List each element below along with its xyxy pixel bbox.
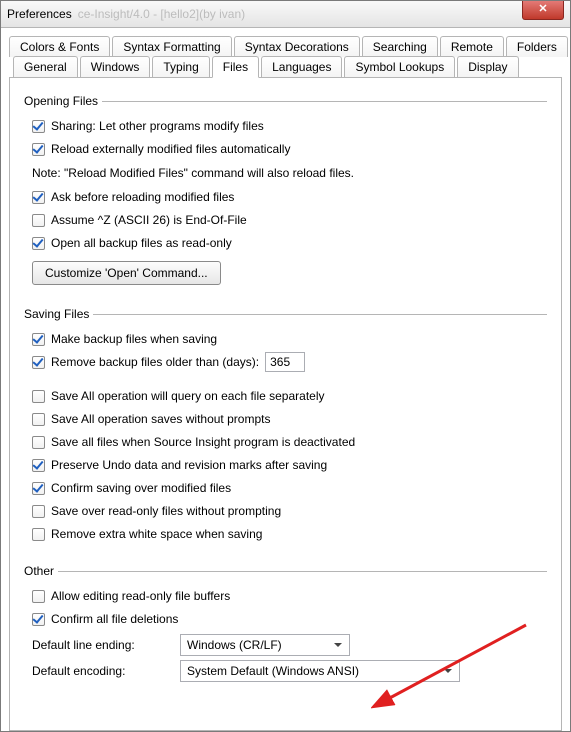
group-legend-other: Other <box>24 564 58 578</box>
group-opening-files: Opening Files Sharing: Let other program… <box>24 94 547 289</box>
cb-assume-z[interactable] <box>32 214 45 227</box>
tab-typing[interactable]: Typing <box>152 56 209 77</box>
content-area: Colors & FontsSyntax FormattingSyntax De… <box>1 28 570 731</box>
titlebar-title: Preferences <box>7 7 72 21</box>
tab-display[interactable]: Display <box>457 56 518 77</box>
lbl-encoding: Default encoding: <box>32 664 172 678</box>
tab-syntax-formatting[interactable]: Syntax Formatting <box>112 36 231 57</box>
cb-confirm-del[interactable] <box>32 613 45 626</box>
select-encoding-value: System Default (Windows ANSI) <box>187 664 359 678</box>
cb-confirm-over[interactable] <box>32 482 45 495</box>
cb-remove-backup[interactable] <box>32 356 45 369</box>
tab-symbol-lookups[interactable]: Symbol Lookups <box>344 56 455 77</box>
lbl-sharing: Sharing: Let other programs modify files <box>51 119 264 133</box>
close-icon: ✕ <box>538 3 547 15</box>
lbl-confirm-del: Confirm all file deletions <box>51 612 178 626</box>
cb-make-backup[interactable] <box>32 333 45 346</box>
note-reload: Note: "Reload Modified Files" command wi… <box>32 166 547 180</box>
tab-row-1: Colors & FontsSyntax FormattingSyntax De… <box>9 36 562 57</box>
lbl-save-over-ro: Save over read-only files without prompt… <box>51 504 281 518</box>
tab-folders[interactable]: Folders <box>506 36 568 57</box>
lbl-save-deactivated: Save all files when Source Insight progr… <box>51 435 355 449</box>
tab-remote[interactable]: Remote <box>440 36 504 57</box>
cb-sharing[interactable] <box>32 120 45 133</box>
lbl-allow-ro: Allow editing read-only file buffers <box>51 589 230 603</box>
tab-files[interactable]: Files <box>212 56 259 78</box>
cb-preserve-undo[interactable] <box>32 459 45 472</box>
chevron-down-icon <box>440 664 456 678</box>
lbl-make-backup: Make backup files when saving <box>51 332 217 346</box>
tab-languages[interactable]: Languages <box>261 56 342 77</box>
customize-open-button[interactable]: Customize 'Open' Command... <box>32 261 221 285</box>
input-backup-days[interactable] <box>265 352 305 372</box>
cb-save-over-ro[interactable] <box>32 505 45 518</box>
select-line-ending-value: Windows (CR/LF) <box>187 638 282 652</box>
lbl-remove-backup: Remove backup files older than (days): <box>51 355 259 369</box>
tab-syntax-decorations[interactable]: Syntax Decorations <box>234 36 360 57</box>
tab-panel-files: Opening Files Sharing: Let other program… <box>9 78 562 731</box>
tab-strip: Colors & FontsSyntax FormattingSyntax De… <box>9 36 562 78</box>
cb-saveall-query[interactable] <box>32 390 45 403</box>
cb-remove-ws[interactable] <box>32 528 45 541</box>
tab-general[interactable]: General <box>13 56 78 77</box>
cb-ask-reload[interactable] <box>32 191 45 204</box>
tab-row-2: GeneralWindowsTypingFilesLanguagesSymbol… <box>9 56 562 78</box>
group-saving-files: Saving Files Make backup files when savi… <box>24 307 547 546</box>
lbl-open-backup-ro: Open all backup files as read-only <box>51 236 232 250</box>
group-legend-opening: Opening Files <box>24 94 102 108</box>
group-other: Other Allow editing read-only file buffe… <box>24 564 547 686</box>
close-button[interactable]: ✕ <box>522 1 564 20</box>
lbl-remove-ws: Remove extra white space when saving <box>51 527 262 541</box>
lbl-preserve-undo: Preserve Undo data and revision marks af… <box>51 458 327 472</box>
tab-windows[interactable]: Windows <box>80 56 151 77</box>
group-legend-saving: Saving Files <box>24 307 93 321</box>
cb-reload-ext[interactable] <box>32 143 45 156</box>
cb-open-backup-ro[interactable] <box>32 237 45 250</box>
lbl-ask-reload: Ask before reloading modified files <box>51 190 234 204</box>
cb-save-deactivated[interactable] <box>32 436 45 449</box>
lbl-saveall-query: Save All operation will query on each fi… <box>51 389 325 403</box>
select-line-ending[interactable]: Windows (CR/LF) <box>180 634 350 656</box>
titlebar-subtitle: ce-Insight/4.0 - [hello2](by ivan) <box>78 7 245 21</box>
tab-colors-fonts[interactable]: Colors & Fonts <box>9 36 110 57</box>
lbl-line-ending: Default line ending: <box>32 638 172 652</box>
cb-allow-ro[interactable] <box>32 590 45 603</box>
chevron-down-icon <box>330 638 346 652</box>
titlebar: Preferences ce-Insight/4.0 - [hello2](by… <box>1 1 570 28</box>
select-encoding[interactable]: System Default (Windows ANSI) <box>180 660 460 682</box>
tab-searching[interactable]: Searching <box>362 36 438 57</box>
preferences-window: Preferences ce-Insight/4.0 - [hello2](by… <box>0 0 571 732</box>
cb-saveall-silent[interactable] <box>32 413 45 426</box>
lbl-saveall-silent: Save All operation saves without prompts <box>51 412 270 426</box>
lbl-reload-ext: Reload externally modified files automat… <box>51 142 290 156</box>
lbl-confirm-over: Confirm saving over modified files <box>51 481 231 495</box>
lbl-assume-z: Assume ^Z (ASCII 26) is End-Of-File <box>51 213 247 227</box>
